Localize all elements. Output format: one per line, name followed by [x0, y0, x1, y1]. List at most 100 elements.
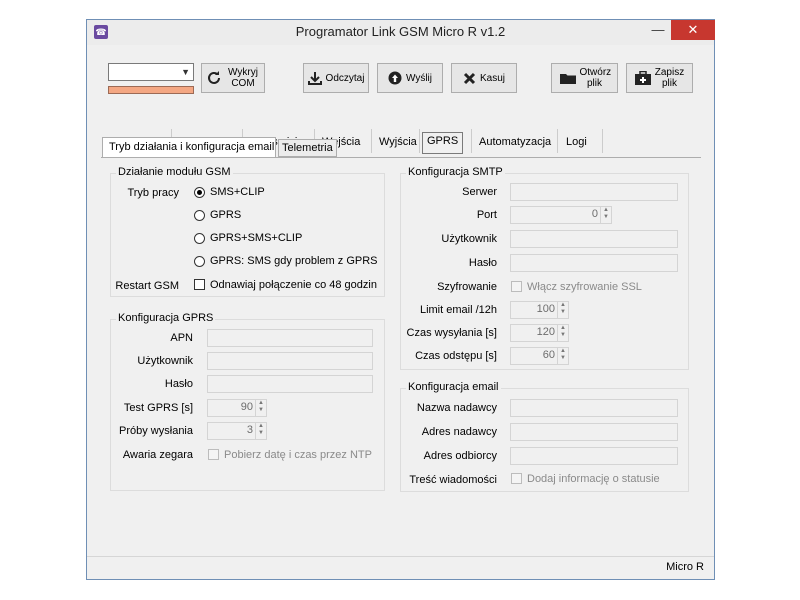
smtp-pass-label: Hasło	[468, 257, 497, 269]
stepper-arrows-icon[interactable]: ▲ ▼	[600, 207, 611, 223]
app-window: ☎ Programator Link GSM Micro R v1.2 — ▢ …	[86, 19, 715, 580]
read-label: Odczytaj	[325, 72, 365, 84]
gprs-test-stepper[interactable]: 90 ▲ ▼	[207, 399, 267, 417]
sender-address-input[interactable]	[510, 423, 678, 441]
mode-option-sms-clip: SMS+CLIP	[210, 186, 265, 198]
tab-automatyzacja[interactable]: Automatyzacja	[479, 135, 551, 153]
download-icon	[307, 72, 322, 85]
clock-label: Awaria zegara	[122, 449, 193, 461]
subtab-mode-email[interactable]: Tryb działania i konfiguracja email	[102, 137, 276, 157]
tab-separator	[557, 129, 558, 153]
sender-name-input[interactable]	[510, 399, 678, 417]
retries-label: Próby wysłania	[119, 425, 193, 437]
mode-radio-gprs-sms-clip[interactable]	[194, 233, 205, 244]
retries-stepper[interactable]: 3 ▲ ▼	[207, 422, 267, 440]
com-status-bar	[108, 86, 194, 94]
interval-stepper[interactable]: 60 ▲ ▼	[510, 347, 569, 365]
save-file-label: Zapisz plik	[654, 67, 685, 89]
subtab-telemetry[interactable]: Telemetria	[278, 139, 337, 157]
server-input[interactable]	[510, 183, 678, 201]
clock-checkbox[interactable]	[208, 449, 219, 460]
mode-label: Tryb pracy	[127, 187, 179, 199]
smtp-group-title: Konfiguracja SMTP	[406, 166, 505, 178]
retries-value: 3	[246, 424, 253, 436]
server-label: Serwer	[462, 186, 497, 198]
gprs-group-title: Konfiguracja GPRS	[116, 312, 216, 324]
restart-option: Odnawiaj połączenie co 48 godzin	[210, 279, 377, 291]
content-option: Dodaj informację o statusie	[527, 473, 660, 485]
limit-label: Limit email /12h	[419, 304, 497, 316]
stepper-arrows-icon[interactable]: ▲ ▼	[255, 400, 266, 416]
stepper-arrows-icon[interactable]: ▲ ▼	[557, 348, 568, 364]
recipient-label: Adres odbiorcy	[423, 450, 497, 462]
clear-button[interactable]: Kasuj	[451, 63, 517, 93]
gprs-user-input[interactable]	[207, 352, 373, 370]
chevron-down-icon: ▼	[181, 67, 190, 77]
smtp-pass-input[interactable]	[510, 254, 678, 272]
email-group-title: Konfiguracja email	[406, 381, 501, 393]
tab-separator	[471, 129, 472, 153]
apn-input[interactable]	[207, 329, 373, 347]
mode-option-gprs-sms-clip: GPRS+SMS+CLIP	[210, 232, 303, 244]
encryption-option: Włącz szyfrowanie SSL	[527, 281, 642, 293]
tab-separator	[602, 129, 603, 153]
smtp-user-label: Użytkownik	[441, 233, 497, 245]
upload-circle-icon	[388, 71, 402, 85]
minimize-button[interactable]: —	[644, 20, 672, 40]
stepper-arrows-icon[interactable]: ▲ ▼	[557, 325, 568, 341]
sender-name-label: Nazwa nadawcy	[416, 402, 497, 414]
title-bar[interactable]: ☎ Programator Link GSM Micro R v1.2 — ▢ …	[87, 20, 715, 45]
read-button[interactable]: Odczytaj	[303, 63, 369, 93]
interval-value: 60	[542, 349, 555, 361]
apn-label: APN	[170, 332, 193, 344]
tab-separator	[371, 129, 372, 153]
limit-stepper[interactable]: 100 ▲ ▼	[510, 301, 569, 319]
tab-wyjścia[interactable]: Wyjścia	[379, 135, 417, 153]
open-file-label: Otwórz plik	[579, 67, 612, 89]
mode-radio-sms-clip[interactable]	[194, 187, 205, 198]
tab-logi[interactable]: Logi	[566, 135, 587, 153]
content-checkbox[interactable]	[511, 473, 522, 484]
send-time-label: Czas wysyłania [s]	[406, 327, 497, 339]
mode-radio-gprs-sms-fallback[interactable]	[194, 256, 205, 267]
mode-option-gprs-sms-fallback: GPRS: SMS gdy problem z GPRS	[210, 255, 378, 267]
send-label: Wyślij	[405, 72, 432, 84]
send-time-stepper[interactable]: 120 ▲ ▼	[510, 324, 569, 342]
smtp-user-input[interactable]	[510, 230, 678, 248]
send-button[interactable]: Wyślij	[377, 63, 443, 93]
window-title: Programator Link GSM Micro R v1.2	[295, 24, 506, 39]
mode-radio-gprs[interactable]	[194, 210, 205, 221]
subtab-mode-email-label: Tryb działania i konfiguracja email	[109, 141, 275, 153]
subtab-divider	[101, 157, 701, 158]
gprs-pass-input[interactable]	[207, 375, 373, 393]
save-briefcase-icon	[634, 71, 651, 85]
encryption-label: Szyfrowanie	[437, 281, 497, 293]
sender-address-label: Adres nadawcy	[421, 426, 497, 438]
com-port-select[interactable]: ▼	[108, 63, 194, 81]
port-stepper[interactable]: 0 ▲ ▼	[510, 206, 612, 224]
gprs-pass-label: Hasło	[164, 378, 193, 390]
gsm-group-title: Działanie modułu GSM	[116, 166, 233, 178]
restart-checkbox[interactable]	[194, 279, 205, 290]
port-value: 0	[591, 208, 598, 220]
tab-gprs[interactable]: GPRS	[422, 132, 464, 154]
clock-option: Pobierz datę i czas przez NTP	[224, 449, 372, 461]
stepper-arrows-icon[interactable]: ▲ ▼	[557, 302, 568, 318]
gprs-test-label: Test GPRS [s]	[123, 402, 193, 414]
refresh-icon	[208, 71, 220, 84]
stepper-arrows-icon[interactable]: ▲ ▼	[255, 423, 266, 439]
save-file-button[interactable]: Zapisz plik	[626, 63, 693, 93]
interval-label: Czas odstępu [s]	[415, 350, 497, 362]
restart-label: Restart GSM	[115, 280, 179, 292]
status-bar: Micro R	[87, 556, 714, 579]
open-file-button[interactable]: Otwórz plik	[551, 63, 618, 93]
recipient-input[interactable]	[510, 447, 678, 465]
detect-com-button[interactable]: Wykryj COM	[201, 63, 265, 93]
content-label: Treść wiadomości	[409, 474, 497, 486]
gprs-user-label: Użytkownik	[137, 355, 193, 367]
send-time-value: 120	[536, 326, 555, 338]
limit-value: 100	[536, 303, 555, 315]
clear-label: Kasuj	[479, 72, 505, 84]
close-button[interactable]: ✕	[671, 20, 715, 40]
encryption-checkbox[interactable]	[511, 281, 522, 292]
